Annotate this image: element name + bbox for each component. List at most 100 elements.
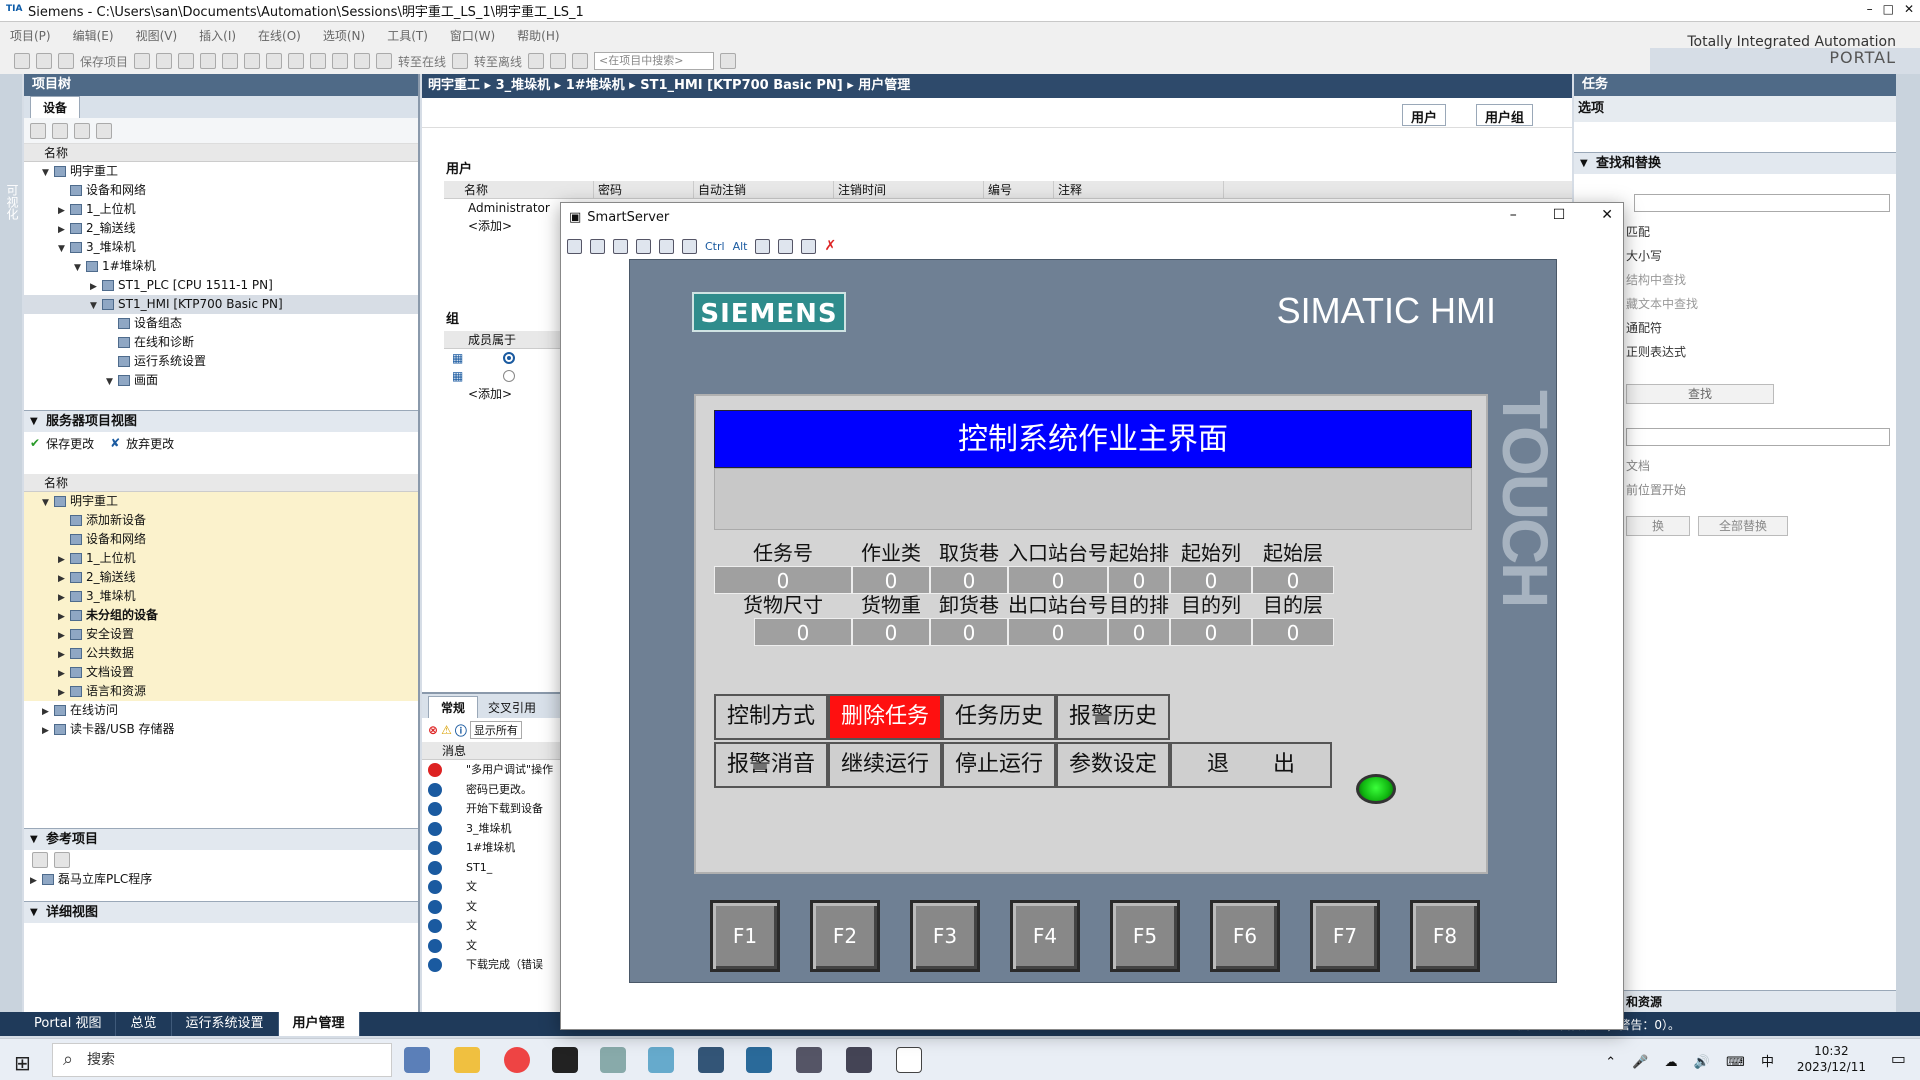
function-key-f4[interactable]: F4 (1010, 900, 1080, 972)
hmi-button-row2-2[interactable]: 继续运行 (828, 742, 942, 788)
project-search-input[interactable]: <在项目中搜索> (594, 52, 715, 70)
detail-view-header[interactable]: 详细视图 (24, 901, 418, 924)
menu-help[interactable]: 帮助(H) (517, 27, 559, 44)
tia-portal-icon[interactable] (746, 1047, 772, 1073)
find-option[interactable]: 通配符 (1626, 316, 1896, 340)
ss-document-icon[interactable] (590, 238, 605, 254)
ss-refresh-icon[interactable] (636, 238, 651, 254)
redo-icon[interactable] (266, 53, 283, 69)
export-icon[interactable] (74, 122, 90, 139)
tab-users[interactable]: 用户 (1402, 104, 1447, 126)
tree-item[interactable]: ▶ ST1_PLC [CPU 1511-1 PN] (24, 276, 418, 295)
hmi-button-row1-4[interactable]: 报警历史 (1056, 694, 1170, 740)
option-from-current[interactable]: 前位置开始 (1626, 478, 1896, 502)
replace-input[interactable] (1626, 428, 1890, 446)
field-value-row1-3[interactable]: 0 (930, 566, 1008, 594)
paste-icon[interactable] (200, 53, 217, 69)
go-online-button[interactable]: 转至在线 (398, 53, 446, 70)
tree-item[interactable]: ▶ 未分组的设备 (24, 606, 418, 625)
app-icon-6[interactable] (648, 1047, 674, 1073)
ss-copy-icon[interactable] (755, 238, 771, 254)
tree-item[interactable]: ▶ 文档设置 (24, 663, 418, 682)
exit-button[interactable]: 退 出 (1170, 742, 1332, 788)
ss-ctrl-key[interactable]: Ctrl (705, 240, 725, 253)
menu-tools[interactable]: 工具(T) (387, 27, 428, 44)
field-value-row1-4[interactable]: 0 (1008, 566, 1108, 594)
tab-devices[interactable]: 设备 (30, 96, 81, 118)
message-row[interactable]: 文 (422, 936, 562, 956)
save-changes-button[interactable]: 保存更改 (46, 435, 94, 452)
field-value-row1-1[interactable]: 0 (714, 566, 852, 594)
app-icon-7[interactable] (698, 1047, 724, 1073)
message-row[interactable]: 3_堆垛机 (422, 819, 562, 839)
tab-user-groups[interactable]: 用户组 (1476, 104, 1534, 126)
cut-icon[interactable] (156, 53, 173, 69)
import-icon[interactable] (52, 122, 68, 139)
ss-keyboard-icon[interactable] (682, 238, 697, 254)
menu-window[interactable]: 窗口(W) (450, 27, 495, 44)
maximize-icon[interactable]: □ (1883, 2, 1894, 16)
find-option[interactable]: 大小写 (1626, 244, 1896, 268)
hmi-button-row1-3[interactable]: 任务历史 (942, 694, 1056, 740)
tree-item[interactable]: 设备和网络 (24, 530, 418, 549)
delete-icon[interactable] (222, 53, 239, 69)
download-icon[interactable] (310, 53, 327, 69)
overview-tab[interactable]: 总览 (116, 1012, 172, 1036)
tree-item[interactable]: 运行系统设置 (24, 352, 418, 371)
go-online-icon[interactable] (376, 53, 393, 69)
tree-item[interactable]: ▶ 1_上位机 (24, 200, 418, 219)
find-input[interactable] (1634, 194, 1890, 212)
message-row[interactable]: 文 (422, 916, 562, 936)
tree-item[interactable]: ▶ 2_输送线 (24, 568, 418, 587)
hmi-button-row2-1[interactable]: 报警消音 (714, 742, 828, 788)
copy-icon[interactable] (178, 53, 195, 69)
save-icon[interactable] (58, 53, 74, 69)
member-radio[interactable] (503, 370, 516, 382)
compile-icon[interactable] (288, 53, 305, 69)
app-icon-1[interactable] (404, 1047, 430, 1073)
split-vertical-icon[interactable] (572, 53, 589, 69)
menu-view[interactable]: 视图(V) (136, 27, 178, 44)
message-row[interactable]: 文 (422, 877, 562, 897)
info-filter-icon[interactable]: ⓘ (455, 722, 467, 739)
windows-start-icon[interactable]: ⊞ (14, 1051, 31, 1075)
tree-item[interactable]: ▶ 2_输送线 (24, 219, 418, 238)
ime-indicator[interactable]: 中 (1761, 1055, 1780, 1070)
tree-item[interactable]: ▼ 画面 (24, 371, 418, 390)
hmi-button-row1-1[interactable]: 控制方式 (714, 694, 828, 740)
field-value-row1-5[interactable]: 0 (1108, 566, 1170, 594)
portal-view-button[interactable]: Portal 视图 (0, 1012, 117, 1036)
system-tray-icons[interactable]: ⌃ 🎤 ☁ 🔊 ⌨ 中 (1605, 1051, 1780, 1070)
find-option[interactable]: 匹配 (1626, 220, 1896, 244)
undo-icon[interactable] (244, 53, 261, 69)
go-offline-button[interactable]: 转至离线 (474, 53, 522, 70)
notification-icon[interactable]: ▭ (1891, 1049, 1906, 1068)
function-key-f3[interactable]: F3 (910, 900, 980, 972)
menu-online[interactable]: 在线(O) (258, 27, 301, 44)
field-value-row2-6[interactable]: 0 (1170, 618, 1252, 646)
function-key-f5[interactable]: F5 (1110, 900, 1180, 972)
discard-changes-button[interactable]: 放弃更改 (126, 435, 174, 452)
member-radio-selected[interactable] (503, 352, 516, 364)
tree-item[interactable]: 设备和网络 (24, 181, 418, 200)
tree-item[interactable]: 在线和诊断 (24, 333, 418, 352)
print-icon[interactable] (134, 53, 151, 69)
replace-all-button[interactable]: 全部替换 (1698, 516, 1788, 536)
tree-view-icon[interactable] (30, 122, 46, 139)
reference-project-item[interactable]: ▶ 磊马立库PLC程序 (24, 870, 418, 889)
tab-cross-reference[interactable]: 交叉引用 (480, 697, 544, 718)
field-value-row1-6[interactable]: 0 (1170, 566, 1252, 594)
server-project-view-header[interactable]: 服务器项目视图 (24, 410, 418, 433)
save-project-button[interactable]: 保存项目 (80, 53, 128, 70)
clock[interactable]: 10:32 2023/12/11 (1797, 1043, 1866, 1075)
ss-save-icon[interactable] (801, 238, 817, 254)
ss-close-icon[interactable]: ✕ (1601, 207, 1613, 223)
tree-item[interactable]: ▶ 读卡器/USB 存储器 (24, 720, 418, 739)
message-row[interactable]: "多用户调试"操作 (422, 760, 562, 780)
open-project-icon[interactable] (36, 53, 52, 69)
message-row[interactable]: 开始下载到设备 (422, 799, 562, 819)
ss-alt-key[interactable]: Alt (733, 240, 748, 253)
tree-item[interactable]: ▼ ST1_HMI [KTP700 Basic PN] (24, 295, 418, 314)
tree-item[interactable]: ▼ 1#堆垛机 (24, 257, 418, 276)
menu-options[interactable]: 选项(N) (323, 27, 365, 44)
